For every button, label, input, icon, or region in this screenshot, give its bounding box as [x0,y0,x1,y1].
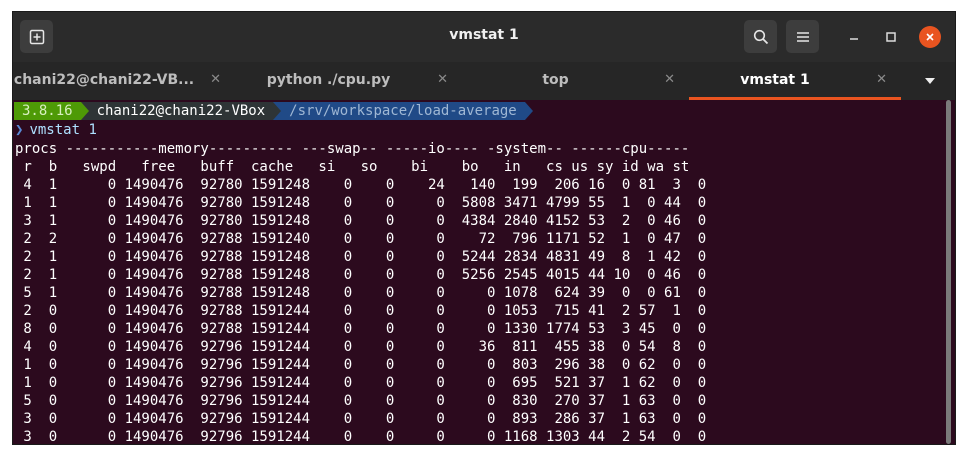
minimize-button[interactable] [844,27,864,47]
vmstat-output: procs -----------memory---------- ---swa… [15,140,706,444]
search-icon [753,29,768,44]
cwd-segment: /srv/workspace/load-average [281,102,525,120]
command-text: vmstat 1 [29,122,97,138]
segment-separator [524,102,533,120]
vmstat-row: 2 1 0 1490476 92788 1591248 0 0 0 5256 2… [15,267,707,283]
tab-1[interactable]: chani22@chani22-VB... ✕ [13,62,235,100]
new-tab-button[interactable] [20,20,53,53]
vmstat-row: 2 1 0 1490476 92788 1591248 0 0 0 5244 2… [15,249,707,265]
tabs-dropdown-icon [925,78,935,84]
vmstat-row: 4 1 0 1490476 92780 1591248 0 0 24 140 1… [15,177,707,193]
python-version-segment: 3.8.16 [14,102,81,120]
tab-close-icon[interactable]: ✕ [664,72,675,87]
terminal-area[interactable]: 3.8.16 chani22@chani22-VBox /srv/workspa… [13,102,955,444]
search-button[interactable] [744,20,777,53]
vmstat-row: 5 0 0 1490476 92796 1591244 0 0 0 0 830 … [15,393,707,409]
vmstat-row: 1 0 0 1490476 92796 1591244 0 0 0 0 695 … [15,375,707,391]
terminal-window: vmstat 1 chani22@chani22-VB... ✕ python … [13,12,955,444]
close-button[interactable] [919,26,941,48]
title-bar: vmstat 1 [13,12,955,62]
hamburger-menu-icon [796,31,809,42]
vmstat-row: 3 1 0 1490476 92780 1591248 0 0 0 4384 2… [15,213,707,229]
tab-close-icon[interactable]: ✕ [437,72,448,87]
vmstat-row: 1 0 0 1490476 92796 1591244 0 0 0 0 803 … [15,357,707,373]
tab-label: top [542,72,569,88]
vmstat-row: 2 0 0 1490476 92788 1591244 0 0 0 0 1053… [15,303,707,319]
tab-label: vmstat 1 [740,72,810,88]
tab-close-icon[interactable]: ✕ [210,72,221,87]
close-icon [926,33,934,41]
menu-button[interactable] [786,20,819,53]
maximize-button[interactable] [881,27,901,47]
vmstat-header-columns: r b swpd free buff cache si so bi bo in … [15,159,690,175]
user-host-segment: chani22@chani22-VBox [88,102,274,120]
command-line: ❯ vmstat 1 [15,121,97,139]
tabs-dropdown-button[interactable] [917,68,943,94]
vmstat-row: 8 0 0 1490476 92788 1591244 0 0 0 0 1330… [15,321,707,337]
tab-4-active[interactable]: vmstat 1 ✕ [689,62,901,100]
segment-separator [80,102,89,120]
vmstat-row: 4 0 0 1490476 92796 1591244 0 0 0 36 811… [15,339,707,355]
terminal-scrollbar[interactable] [946,100,951,444]
tab-label: chani22@chani22-VB... [13,72,195,88]
tab-3[interactable]: top ✕ [462,62,689,100]
tab-bar: chani22@chani22-VB... ✕ python ./cpu.py … [13,62,955,100]
vmstat-row: 2 2 0 1490476 92788 1591240 0 0 0 72 796… [15,231,707,247]
active-tab-indicator [689,97,901,100]
new-tab-icon [29,29,44,44]
tab-label: python ./cpu.py [266,72,391,88]
tab-2[interactable]: python ./cpu.py ✕ [235,62,462,100]
vmstat-row: 5 1 0 1490476 92788 1591248 0 0 0 0 1078… [15,285,707,301]
vmstat-header-groups: procs -----------memory---------- ---swa… [15,141,690,157]
maximize-icon [886,32,896,42]
minimize-icon [850,38,858,40]
prompt-chevron-icon: ❯ [15,122,24,138]
segment-separator [273,102,282,120]
vmstat-row: 3 0 0 1490476 92796 1591244 0 0 0 0 1168… [15,429,707,444]
vmstat-row: 1 1 0 1490476 92780 1591248 0 0 0 5808 3… [15,195,707,211]
vmstat-row: 3 0 0 1490476 92796 1591244 0 0 0 0 893 … [15,411,707,427]
shell-prompt: 3.8.16 chani22@chani22-VBox /srv/workspa… [14,102,533,120]
tab-close-icon[interactable]: ✕ [876,72,887,87]
